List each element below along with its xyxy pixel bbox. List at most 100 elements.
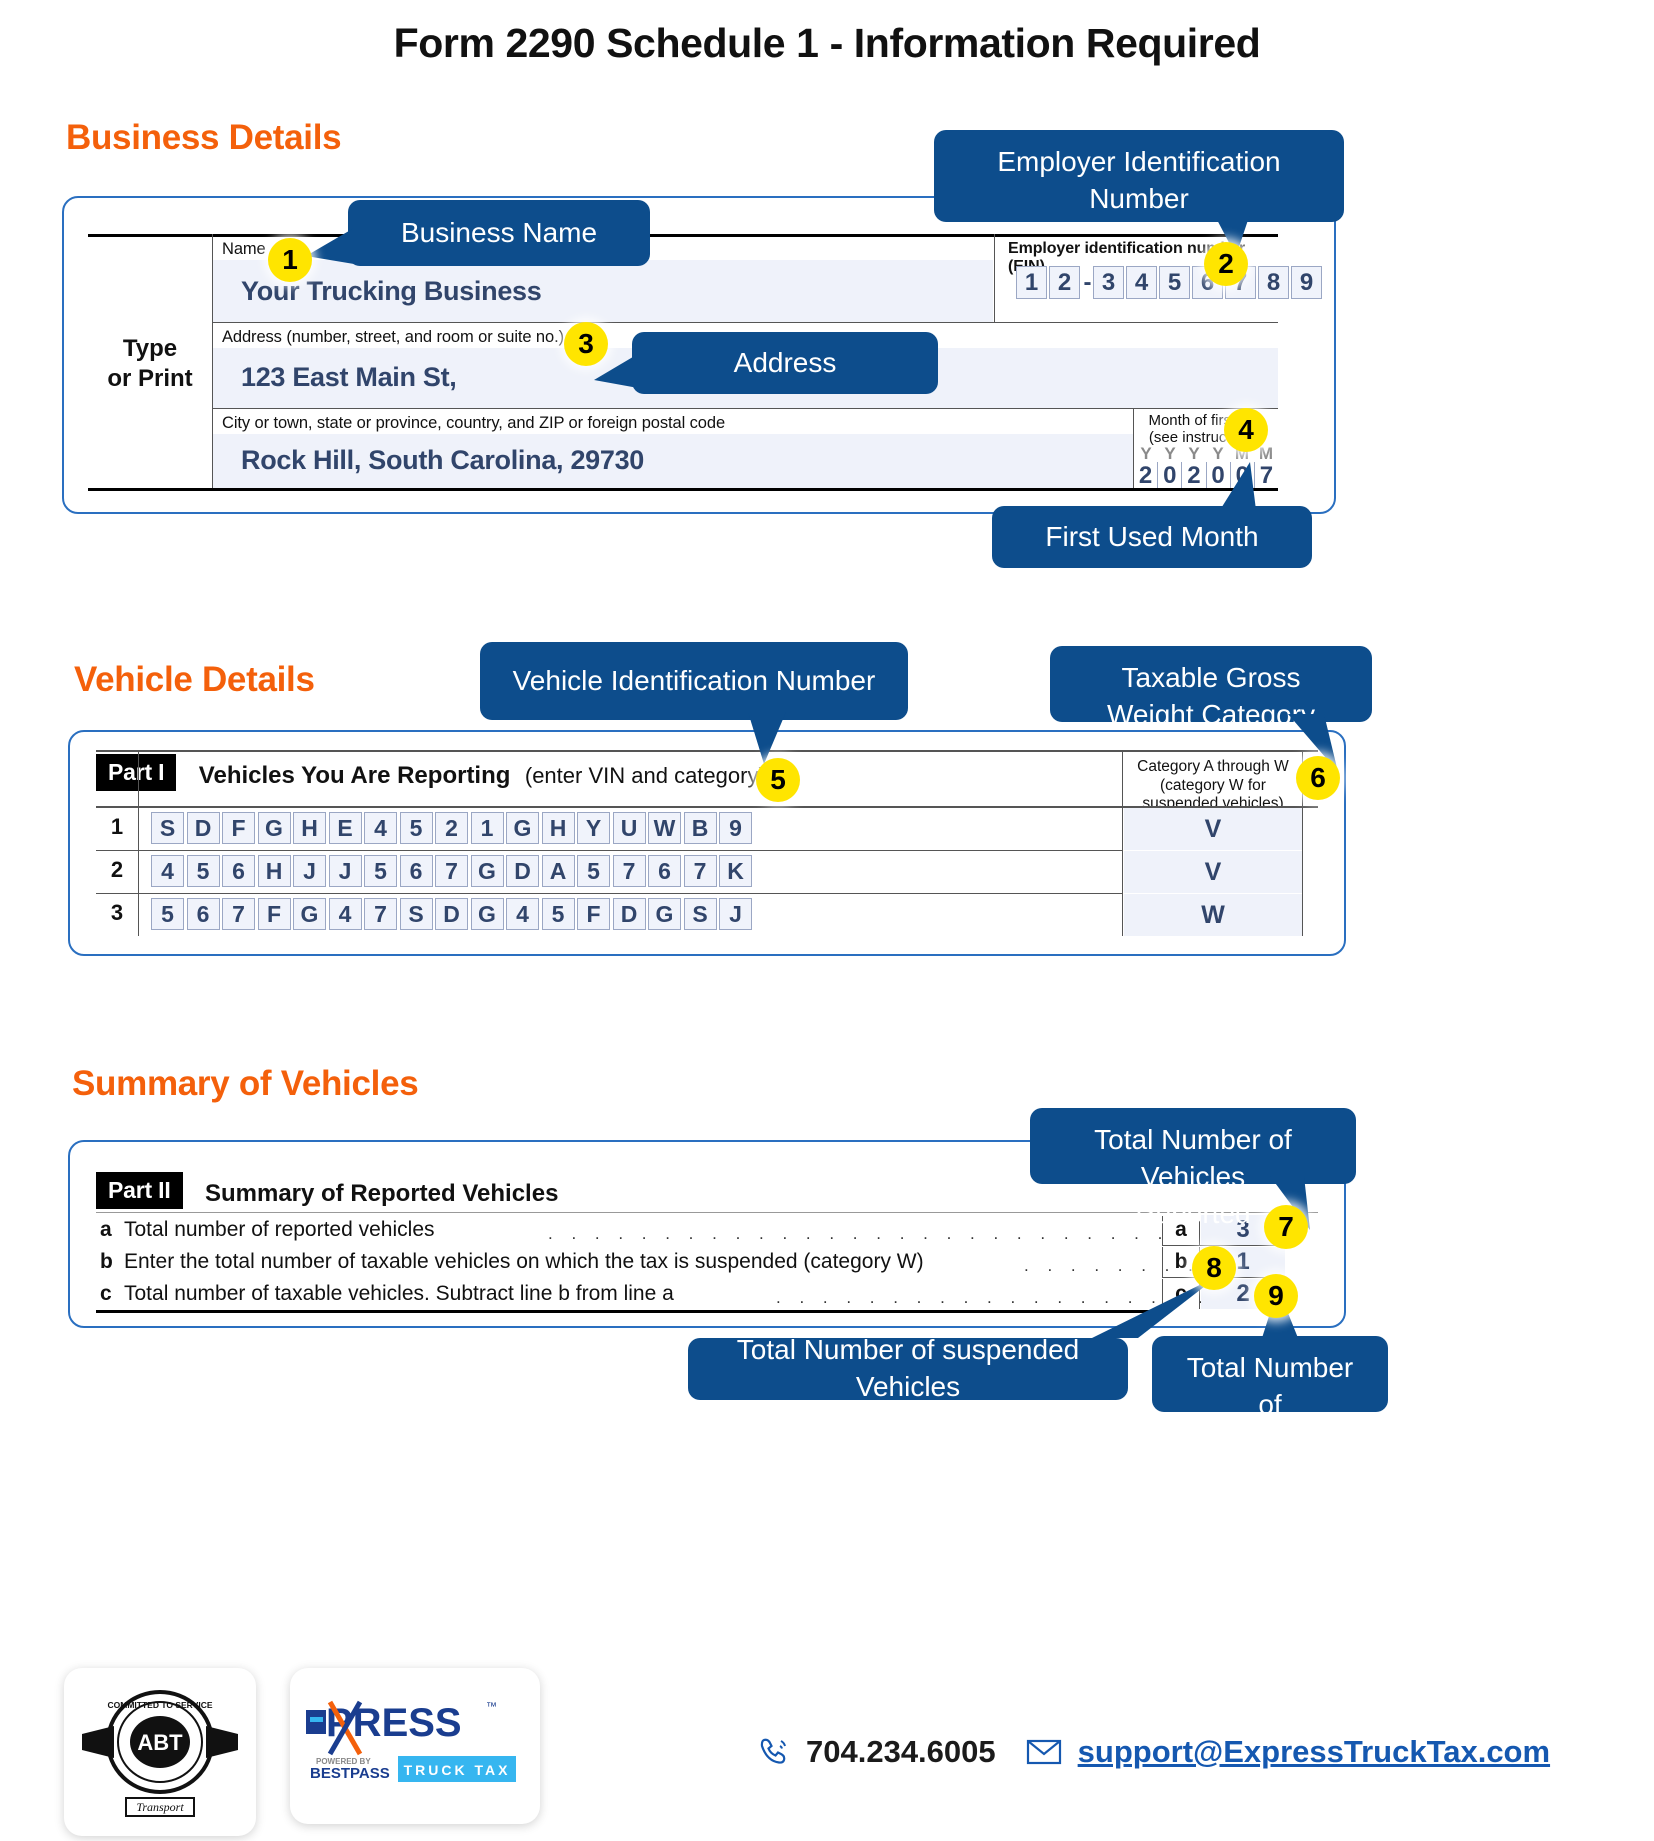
- vin-character[interactable]: 5: [186, 855, 220, 887]
- line-letter: a: [100, 1218, 112, 1241]
- vin-character[interactable]: G: [506, 812, 539, 844]
- phone-icon: [760, 1738, 786, 1764]
- vin-character[interactable]: 4: [151, 855, 184, 887]
- vin-character[interactable]: 5: [541, 898, 575, 930]
- vin-cells[interactable]: 456HJJ567GDA5767K: [151, 855, 755, 887]
- vin-character[interactable]: 7: [222, 898, 255, 930]
- name-value: Your Trucking Business: [241, 276, 542, 306]
- vin-character[interactable]: F: [257, 898, 291, 930]
- vin-character[interactable]: U: [612, 812, 646, 844]
- callout-ein: Employer Identification Number: [934, 130, 1344, 256]
- ein-digits[interactable]: 12-3456789: [1016, 266, 1324, 299]
- vin-character[interactable]: G: [470, 898, 504, 930]
- vin-character[interactable]: 2: [435, 812, 468, 844]
- ein-digit[interactable]: 3: [1093, 266, 1124, 299]
- category-value[interactable]: W: [1124, 894, 1302, 936]
- vin-character[interactable]: H: [293, 812, 326, 844]
- vin-character[interactable]: E: [328, 812, 362, 844]
- callout-suspended-vehicles: Total Number of suspended Vehicles: [688, 1276, 1218, 1402]
- date-digit[interactable]: 0: [1158, 462, 1183, 490]
- vin-character[interactable]: 4: [364, 812, 397, 844]
- name-value-box[interactable]: Your Trucking Business: [213, 260, 993, 322]
- vin-character[interactable]: S: [683, 898, 717, 930]
- vin-character[interactable]: 1: [470, 812, 504, 844]
- date-letter: Y: [1212, 444, 1224, 463]
- part1-header: Part I Vehicles You Are Reporting (enter…: [96, 754, 766, 798]
- vin-character[interactable]: D: [186, 812, 220, 844]
- date-digit[interactable]: 2: [1182, 462, 1207, 490]
- vin-character[interactable]: 5: [577, 855, 610, 887]
- page-title: Form 2290 Schedule 1 - Information Requi…: [393, 20, 1261, 66]
- vin-character[interactable]: K: [719, 855, 752, 887]
- vin-character[interactable]: J: [719, 898, 752, 930]
- vin-character[interactable]: D: [612, 898, 646, 930]
- ein-digit[interactable]: 4: [1126, 266, 1157, 299]
- svg-text:TRUCK TAX: TRUCK TAX: [404, 1762, 511, 1778]
- vin-character[interactable]: D: [435, 898, 468, 930]
- ein-digit[interactable]: 2: [1049, 266, 1080, 299]
- vin-character[interactable]: B: [683, 812, 717, 844]
- vin-character[interactable]: G: [470, 855, 504, 887]
- vin-character[interactable]: G: [257, 812, 291, 844]
- city-value: Rock Hill, South Carolina, 29730: [241, 445, 645, 475]
- category-value[interactable]: V: [1124, 851, 1302, 893]
- vin-character[interactable]: 7: [612, 855, 646, 887]
- marker-5: 5: [756, 758, 800, 802]
- vin-character[interactable]: 6: [648, 855, 681, 887]
- ein-dash: -: [1083, 268, 1092, 296]
- vin-cells[interactable]: SDFGHE4521GHYUWB9: [151, 812, 755, 844]
- abt-transport-logo-icon: ABT COMMITTED TO SERVICE Transport: [82, 1690, 238, 1817]
- svg-text:COMMITTED TO SERVICE: COMMITTED TO SERVICE: [107, 1700, 212, 1710]
- vin-character[interactable]: F: [222, 812, 255, 844]
- vin-character[interactable]: 5: [399, 812, 433, 844]
- vin-character[interactable]: Y: [577, 812, 610, 844]
- vin-character[interactable]: S: [151, 812, 184, 844]
- vin-character[interactable]: D: [506, 855, 539, 887]
- vin-character[interactable]: G: [293, 898, 326, 930]
- city-value-box[interactable]: Rock Hill, South Carolina, 29730: [213, 434, 1133, 488]
- vin-cells[interactable]: 567FG47SDG45FDGSJ: [151, 898, 755, 930]
- ein-digit[interactable]: 9: [1291, 266, 1322, 299]
- vin-character[interactable]: 7: [683, 855, 717, 887]
- vin-character[interactable]: J: [328, 855, 362, 887]
- line-letter: b: [100, 1250, 113, 1273]
- city-field-row[interactable]: City or town, state or province, country…: [213, 410, 1133, 488]
- logo-card-abt: ABT COMMITTED TO SERVICE Transport: [64, 1668, 256, 1836]
- marker-9: 9: [1254, 1274, 1298, 1318]
- ein-digit[interactable]: 1: [1016, 266, 1047, 299]
- summary-line-b[interactable]: b Enter the total number of taxable vehi…: [96, 1247, 1318, 1278]
- date-digit[interactable]: 2: [1134, 462, 1159, 490]
- vin-character[interactable]: J: [293, 855, 326, 887]
- vin-character[interactable]: 6: [186, 898, 220, 930]
- vin-character[interactable]: 6: [222, 855, 255, 887]
- ein-digit[interactable]: 5: [1159, 266, 1190, 299]
- marker-1: 1: [268, 238, 312, 282]
- vin-character[interactable]: S: [399, 898, 433, 930]
- vin-character[interactable]: G: [648, 898, 681, 930]
- part2-tag: Part II: [96, 1172, 183, 1209]
- part1-heading-bold: Vehicles You Are Reporting: [198, 761, 511, 789]
- table-row[interactable]: 3 567FG47SDG45FDGSJ W: [96, 894, 1318, 936]
- vin-character[interactable]: 6: [399, 855, 433, 887]
- vin-character[interactable]: W: [648, 812, 681, 844]
- vin-character[interactable]: 7: [435, 855, 468, 887]
- footer-phone[interactable]: 704.234.6005: [806, 1734, 996, 1770]
- vin-character[interactable]: 9: [719, 812, 752, 844]
- vin-character[interactable]: H: [541, 812, 575, 844]
- vin-character[interactable]: A: [541, 855, 575, 887]
- vin-character[interactable]: H: [257, 855, 291, 887]
- vin-character[interactable]: 4: [506, 898, 539, 930]
- table-row[interactable]: 1 SDFGHE4521GHYUWB9 V: [96, 808, 1318, 850]
- vin-character[interactable]: 4: [328, 898, 362, 930]
- callout-business-name: Business Name: [306, 200, 650, 266]
- callout-vin: Vehicle Identification Number: [480, 642, 908, 764]
- category-value[interactable]: V: [1124, 808, 1302, 850]
- vin-character[interactable]: 5: [151, 898, 184, 930]
- vin-character[interactable]: 5: [364, 855, 397, 887]
- ein-digit[interactable]: 8: [1258, 266, 1289, 299]
- marker-4: 4: [1224, 408, 1268, 452]
- footer-email[interactable]: support@ExpressTruckTax.com: [1078, 1734, 1550, 1770]
- table-row[interactable]: 2 456HJJ567GDA5767K V: [96, 851, 1318, 893]
- vin-character[interactable]: F: [577, 898, 610, 930]
- vin-character[interactable]: 7: [364, 898, 397, 930]
